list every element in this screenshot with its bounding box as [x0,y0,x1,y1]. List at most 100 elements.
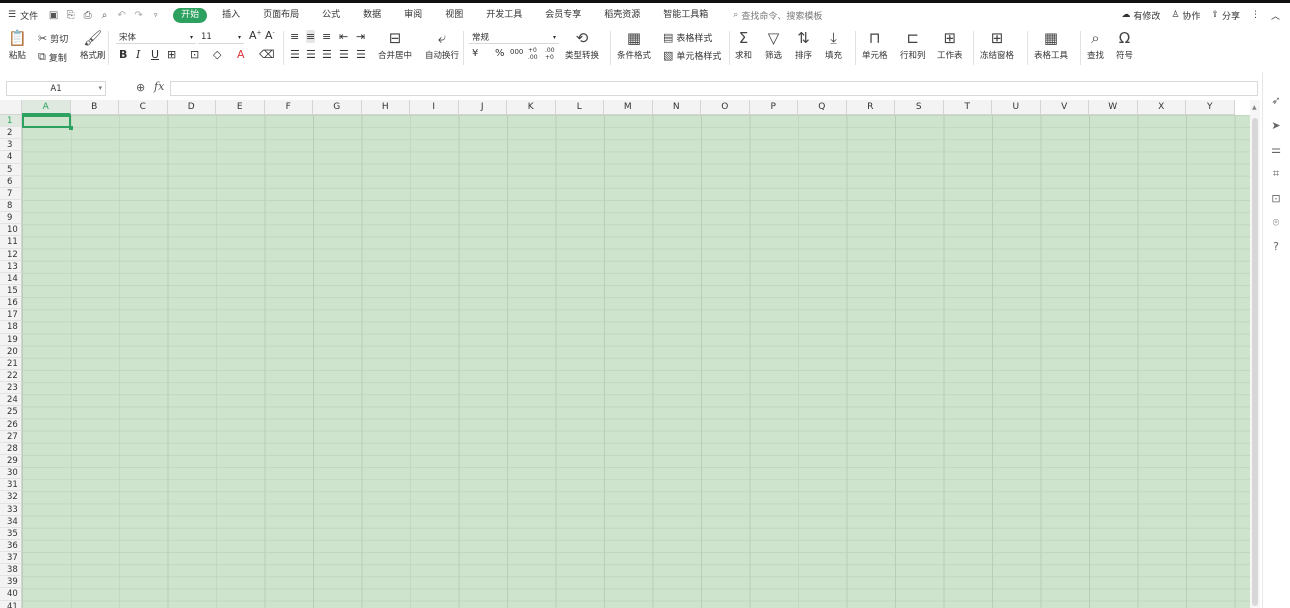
align-left-icon[interactable]: ☰ [290,48,300,61]
underline-icon[interactable]: U [151,48,159,61]
rocket-icon[interactable]: ➶ [1269,94,1283,108]
align-bottom-icon[interactable]: ≡ [322,30,331,43]
column-header-l[interactable]: L [555,100,604,115]
row-header-15[interactable]: 15 [0,284,22,298]
column-header-p[interactable]: P [749,100,798,115]
cut-button[interactable]: ✂ 剪切 [38,32,68,45]
formula-input[interactable] [170,81,1258,96]
row-header-6[interactable]: 6 [0,175,22,188]
bold-icon[interactable]: B [119,48,127,61]
conditional-format-button[interactable]: ▦ 条件格式 [617,29,651,61]
decrease-indent-icon[interactable]: ⇤ [339,30,348,43]
symbol-button[interactable]: Ω 符号 [1116,29,1133,61]
row-header-31[interactable]: 31 [0,479,22,492]
table-tools-button[interactable]: ▦ 表格工具 [1034,29,1068,61]
number-format-select[interactable]: 常规 ▾ [469,31,559,44]
filter-button[interactable]: ▽ 筛选 [765,29,782,61]
active-cell[interactable] [22,115,73,130]
align-right-icon[interactable]: ☰ [322,48,332,61]
tab-page-layout[interactable]: 页面布局 [255,8,307,23]
justify-icon[interactable]: ☰ [339,48,349,61]
column-header-x[interactable]: X [1137,100,1186,115]
tab-data[interactable]: 数据 [355,8,389,23]
column-header-g[interactable]: G [313,100,362,115]
align-top-icon[interactable]: ≡ [290,30,299,43]
row-header-19[interactable]: 19 [0,333,22,346]
export-icon[interactable]: ⎘ [65,10,76,21]
worksheet-button[interactable]: ⊞ 工作表 [937,29,963,61]
column-header-s[interactable]: S [895,100,944,115]
redo-icon[interactable]: ↷ [133,10,144,21]
tab-member[interactable]: 会员专享 [537,8,589,23]
row-header-23[interactable]: 23 [0,382,22,395]
quick-access-more-icon[interactable]: ▿ [150,10,161,21]
row-header-35[interactable]: 35 [0,527,22,540]
find-button[interactable]: ⌕ 查找 [1087,29,1104,61]
row-header-2[interactable]: 2 [0,127,22,140]
column-header-v[interactable]: V [1040,100,1089,115]
scrollbar-thumb[interactable] [1252,118,1258,606]
row-header-13[interactable]: 13 [0,260,22,273]
cell-button[interactable]: ⊓ 单元格 [862,29,888,61]
row-header-41[interactable]: 41 [0,600,22,608]
more-options-icon[interactable]: ⋮ [1251,10,1260,20]
sliders-icon[interactable]: ⚌ [1269,143,1283,157]
column-header-b[interactable]: B [70,100,119,115]
tab-insert[interactable]: 插入 [214,8,248,23]
undo-icon[interactable]: ↶ [116,10,127,21]
row-header-18[interactable]: 18 [0,321,22,334]
column-header-r[interactable]: R [846,100,895,115]
scroll-up-icon[interactable]: ▲ [1252,104,1257,111]
tab-developer[interactable]: 开发工具 [478,8,530,23]
sort-button[interactable]: ⇅ 排序 [795,29,812,61]
name-box[interactable]: A1 ▾ [6,81,106,96]
font-name-select[interactable]: 宋体 ▾ [116,31,196,44]
row-header-36[interactable]: 36 [0,539,22,553]
distributed-icon[interactable]: ☰ [356,48,366,61]
increase-font-size-icon[interactable]: A+ [249,29,262,42]
column-header-c[interactable]: C [119,100,168,115]
row-header-16[interactable]: 16 [0,297,22,310]
print-icon[interactable]: ⎙ [82,10,93,21]
sum-button[interactable]: Σ 求和 [735,29,752,61]
column-header-e[interactable]: E [216,100,265,115]
cell-style-icon[interactable]: ⊡ [190,48,199,61]
column-header-i[interactable]: I [410,100,459,115]
row-column-button[interactable]: ⊏ 行和列 [900,29,926,61]
location-icon[interactable]: ⌾ [1269,216,1283,230]
cursor-icon[interactable]: ➤ [1269,119,1283,133]
row-header-26[interactable]: 26 [0,418,22,431]
zoom-icon[interactable]: ⊕ [136,81,145,94]
row-header-20[interactable]: 20 [0,345,22,358]
fill-button[interactable]: ⤓ 填充 [825,29,842,61]
cell-style-button[interactable]: ▧ 单元格样式 [663,49,721,62]
align-middle-icon[interactable]: ≡ [306,30,316,43]
tab-docer-resources[interactable]: 稻壳资源 [596,8,648,23]
row-header-37[interactable]: 37 [0,552,22,565]
tab-home[interactable]: 开始 [173,7,208,23]
help-icon[interactable]: ? [1269,240,1283,254]
column-header-y[interactable]: Y [1186,100,1235,115]
column-header-f[interactable]: F [264,100,313,115]
italic-icon[interactable]: I [136,48,140,61]
crop-icon[interactable]: ⌗ [1269,167,1283,181]
wrap-text-button[interactable]: ⤶ 自动换行 [425,29,459,61]
increase-indent-icon[interactable]: ⇥ [356,30,365,43]
decrease-decimal-icon[interactable]: .00 +0 [545,47,557,61]
image-settings-icon[interactable]: ⊡ [1269,192,1283,206]
row-header-24[interactable]: 24 [0,394,22,407]
font-size-select[interactable]: 11 ▾ [198,31,244,44]
row-header-17[interactable]: 17 [0,309,22,322]
percent-icon[interactable]: % [495,48,505,59]
column-header-n[interactable]: N [652,100,701,115]
format-painter-button[interactable]: 🖌 格式刷 [80,29,106,61]
vertical-scrollbar[interactable]: ▲ [1250,100,1260,608]
column-header-h[interactable]: H [361,100,410,115]
type-convert-button[interactable]: ⟲ 类型转换 [565,29,599,61]
borders-icon[interactable]: ⊞ [167,48,176,61]
column-header-a[interactable]: A [22,100,71,115]
row-header-28[interactable]: 28 [0,442,22,455]
clear-format-icon[interactable]: ⌫ [259,48,275,61]
column-header-q[interactable]: Q [798,100,847,115]
function-icon[interactable]: fx [154,80,164,93]
